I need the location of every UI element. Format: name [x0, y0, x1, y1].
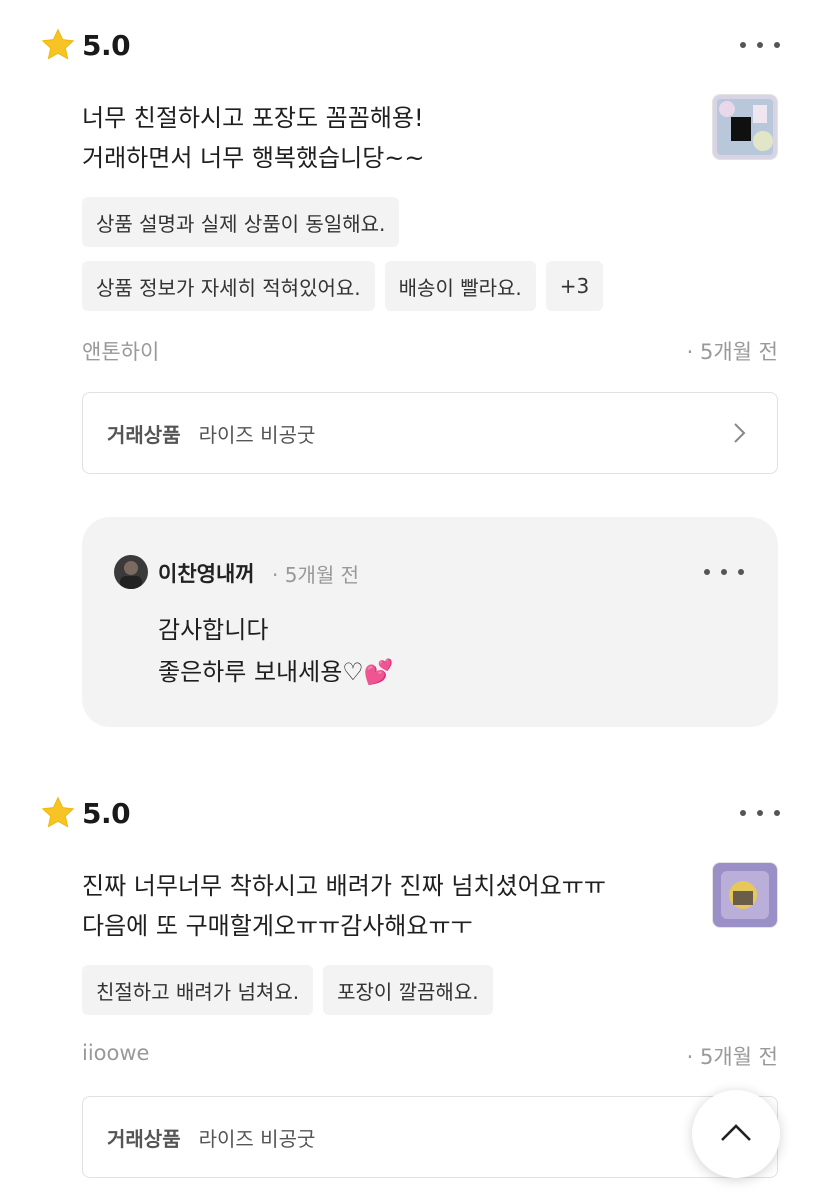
reviewer-name: iioowe: [82, 1041, 150, 1065]
product-label: 거래상품: [107, 422, 181, 447]
review-meta: iioowe · 5개월 전: [82, 1041, 778, 1071]
review-tag: 친절하고 배려가 넘쳐요.: [82, 965, 314, 1015]
review-meta: 앤톤하이 · 5개월 전: [82, 336, 778, 366]
product-label: 거래상품: [107, 1126, 181, 1151]
more-tags-button[interactable]: +3: [545, 261, 604, 311]
review-text-line: 진짜 너무너무 착하시고 배려가 진짜 넘치셨어요ㅠㅠ: [82, 872, 606, 900]
hearts-emoji: 💕: [363, 658, 394, 686]
reviewer-name: 앤톤하이: [82, 340, 160, 364]
review-tag: 포장이 깔끔해요.: [323, 965, 493, 1015]
review-text-line: 다음에 또 구매할게오ㅠㅠ감사해요ㅠㅜ: [82, 912, 473, 940]
rating-value: 5.0: [82, 28, 131, 62]
review-tag: 배송이 빨라요.: [384, 261, 536, 311]
product-thumbnail[interactable]: [712, 862, 778, 928]
star-icon: [41, 28, 75, 60]
product-photo-image: [713, 863, 777, 927]
more-options-button[interactable]: [740, 803, 780, 823]
more-options-button[interactable]: [740, 35, 780, 55]
reply-text-line: 좋은하루 보내세용♡💕: [158, 658, 394, 686]
rating-row: 5.0: [40, 27, 131, 63]
star-icon: [41, 796, 75, 828]
review-text-line: 너무 친절하시고 포장도 꼼꼼해용!: [82, 104, 424, 132]
product-thumbnail[interactable]: [712, 94, 778, 160]
rating-value: 5.0: [82, 796, 131, 830]
reply-time: · 5개월 전: [272, 563, 359, 587]
reply-more-options-button[interactable]: [704, 562, 744, 582]
rating-row: 5.0: [40, 795, 131, 831]
tag-row: 상품 정보가 자세히 적혀있어요. 배송이 빨라요. +3: [82, 261, 604, 311]
tag-row: 친절하고 배려가 넘쳐요. 포장이 깔끔해요.: [82, 965, 493, 1015]
more-dots-icon: [704, 569, 710, 575]
review-text: 너무 친절하시고 포장도 꼼꼼해용! 거래하면서 너무 행복했습니당~~: [82, 98, 682, 178]
reply-text: 감사합니다 좋은하루 보내세용♡💕: [158, 609, 394, 693]
product-name: 라이즈 비공굿: [198, 1126, 316, 1151]
avatar: [114, 555, 148, 589]
review-tag: 상품 설명과 실제 상품이 동일해요.: [82, 197, 400, 247]
product-photo-image: [713, 95, 777, 159]
review-time: · 5개월 전: [686, 1045, 778, 1069]
review-text: 진짜 너무너무 착하시고 배려가 진짜 넘치셨어요ㅠㅠ 다음에 또 구매할게오ㅠ…: [82, 866, 682, 946]
seller-reply: 이찬영내꺼 · 5개월 전 감사합니다 좋은하루 보내세용♡💕: [82, 517, 778, 727]
review-tag: 상품 정보가 자세히 적혀있어요.: [82, 261, 375, 311]
more-dots-icon: [740, 42, 746, 48]
review-time: · 5개월 전: [686, 340, 778, 364]
review-text-line: 거래하면서 너무 행복했습니당~~: [82, 144, 425, 172]
scroll-to-top-button[interactable]: [692, 1090, 780, 1178]
tag-row: 상품 설명과 실제 상품이 동일해요.: [82, 197, 400, 247]
traded-product-link[interactable]: 거래상품 라이즈 비공굿: [82, 1096, 778, 1178]
traded-product-link[interactable]: 거래상품 라이즈 비공굿: [82, 392, 778, 474]
reply-author-name: 이찬영내꺼: [158, 562, 255, 586]
chevron-right-icon: [734, 423, 746, 443]
product-name: 라이즈 비공굿: [198, 422, 316, 447]
reply-text-line: 감사합니다: [158, 616, 269, 644]
chevron-up-icon: [721, 1124, 751, 1141]
more-dots-icon: [740, 810, 746, 816]
